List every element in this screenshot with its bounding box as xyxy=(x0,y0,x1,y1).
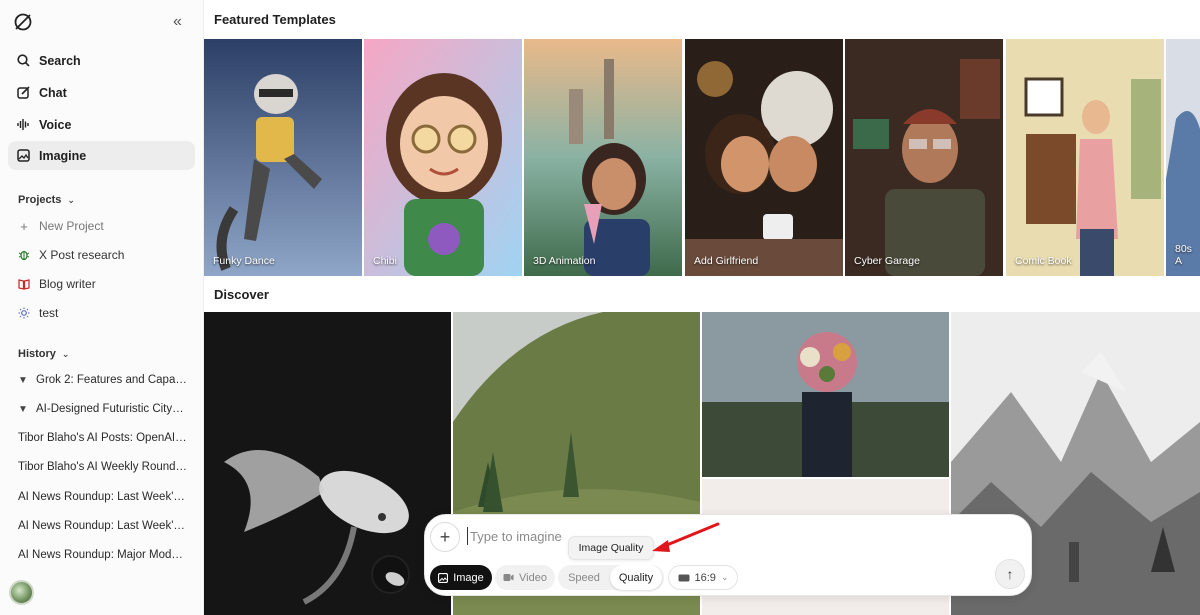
featured-templates-title: Featured Templates xyxy=(214,12,336,27)
project-item-label: test xyxy=(39,306,59,320)
nav-imagine-label: Imagine xyxy=(39,148,87,163)
plus-icon: + xyxy=(20,218,28,234)
history-item-label: AI News Roundup: Last Week's … xyxy=(18,491,188,503)
image-icon xyxy=(16,149,30,163)
image-quality-tooltip: Image Quality xyxy=(568,536,654,560)
discover-title: Discover xyxy=(214,287,269,302)
quality-option-label: Quality xyxy=(618,571,654,584)
template-label: 3D Animation xyxy=(533,255,596,267)
mode-image-button[interactable]: Image xyxy=(430,565,492,590)
discover-image xyxy=(702,312,949,477)
project-item-new[interactable]: + New Project xyxy=(18,218,194,234)
template-label: Add Girlfriend xyxy=(694,255,759,267)
submit-button[interactable]: ↑ xyxy=(995,559,1025,589)
template-card-add-girlfriend[interactable]: Add Girlfriend xyxy=(685,39,843,276)
history-item-label: AI News Roundup: Major Model… xyxy=(18,549,188,561)
template-card-chibi[interactable]: Chibi xyxy=(364,39,522,276)
template-card-3d-animation[interactable]: 3D Animation xyxy=(524,39,682,276)
nav-chat-label: Chat xyxy=(39,85,67,100)
aspect-ratio-label: 16:9 xyxy=(694,571,716,584)
project-item-label: Blog writer xyxy=(39,277,96,291)
add-attachment-button[interactable]: + xyxy=(430,522,460,552)
template-label: 80s A xyxy=(1175,243,1192,267)
bug-icon xyxy=(18,249,30,261)
history-item-label: Grok 2: Features and Capa… xyxy=(36,374,187,386)
project-item-x-post[interactable]: X Post research xyxy=(18,248,194,262)
discover-card-flower-head[interactable] xyxy=(702,312,949,477)
template-card-cyber-garage[interactable]: Cyber Garage xyxy=(845,39,1003,276)
sun-icon xyxy=(18,307,30,319)
project-item-test[interactable]: test xyxy=(18,306,194,320)
annotation-arrow-icon xyxy=(652,522,720,552)
history-item[interactable]: AI News Roundup: Last Week's … xyxy=(18,491,188,503)
image-icon xyxy=(438,572,449,583)
chevron-down-icon: ⌄ xyxy=(720,572,729,582)
template-label: Chibi xyxy=(373,255,397,267)
template-image xyxy=(685,39,843,276)
template-image xyxy=(524,39,682,276)
chat-edit-icon xyxy=(16,86,30,100)
projects-heading[interactable]: Projects ⌄ xyxy=(18,194,75,206)
book-icon xyxy=(18,278,30,290)
template-image xyxy=(364,39,522,276)
speed-option[interactable]: Speed xyxy=(560,565,608,590)
voice-wave-icon xyxy=(16,118,30,132)
history-item[interactable]: ▼ Grok 2: Features and Capa… xyxy=(18,374,188,386)
user-avatar[interactable] xyxy=(9,580,34,605)
pin-icon: ▼ xyxy=(18,375,28,386)
grok-logo-icon[interactable] xyxy=(13,12,33,32)
template-label: Cyber Garage xyxy=(854,255,920,267)
chevron-down-icon: ⌄ xyxy=(61,348,70,359)
mode-video-label: Video xyxy=(519,571,547,584)
history-item-label: Tibor Blaho's AI Weekly Roundu… xyxy=(18,461,188,473)
search-icon xyxy=(16,54,30,68)
template-card-comic-book[interactable]: Comic Book xyxy=(1006,39,1164,276)
quality-option[interactable]: Quality xyxy=(610,565,662,590)
nav-chat[interactable]: Chat xyxy=(8,78,195,107)
history-item-label: AI News Roundup: Last Week's … xyxy=(18,520,188,532)
history-item[interactable]: Tibor Blaho's AI Posts: OpenAI … xyxy=(18,432,188,444)
history-item[interactable]: Tibor Blaho's AI Weekly Roundu… xyxy=(18,461,188,473)
template-card-funky-dance[interactable]: Funky Dance xyxy=(204,39,362,276)
pin-icon: ▼ xyxy=(18,404,28,415)
projects-heading-label: Projects xyxy=(18,194,62,206)
aspect-ratio-icon xyxy=(678,574,690,582)
speed-option-label: Speed xyxy=(568,571,600,584)
project-item-blog[interactable]: Blog writer xyxy=(18,277,194,291)
history-item-label: Tibor Blaho's AI Posts: OpenAI … xyxy=(18,432,188,444)
sidebar: « Search Chat Voice Imagine Projects ⌄ +… xyxy=(0,0,204,615)
history-item[interactable]: AI News Roundup: Last Week's … xyxy=(18,520,188,532)
history-item-label: AI-Designed Futuristic City… xyxy=(36,403,184,415)
nav-voice[interactable]: Voice xyxy=(8,110,195,139)
template-label: Comic Book xyxy=(1015,255,1072,267)
mode-video-button[interactable]: Video xyxy=(495,565,555,590)
template-image xyxy=(1006,39,1164,276)
template-image xyxy=(1166,39,1200,276)
discover-card-fish[interactable] xyxy=(204,312,451,615)
nav-search-label: Search xyxy=(39,53,81,68)
history-heading[interactable]: History ⌄ xyxy=(18,348,69,360)
nav-imagine[interactable]: Imagine xyxy=(8,141,195,170)
plus-icon: + xyxy=(439,526,451,547)
arrow-up-icon: ↑ xyxy=(1006,566,1014,582)
discover-image xyxy=(204,312,451,615)
chevron-down-icon: ⌄ xyxy=(67,194,75,205)
project-item-label: New Project xyxy=(39,219,104,233)
nav-voice-label: Voice xyxy=(39,117,72,132)
project-item-label: X Post research xyxy=(39,248,125,262)
template-image xyxy=(204,39,362,276)
attached-image-thumbnail[interactable] xyxy=(371,555,410,594)
video-camera-icon xyxy=(503,573,514,582)
collapse-sidebar-icon[interactable]: « xyxy=(173,14,182,30)
template-image xyxy=(845,39,1003,276)
history-heading-label: History xyxy=(18,348,56,360)
history-item[interactable]: AI News Roundup: Major Model… xyxy=(18,549,188,561)
nav-search[interactable]: Search xyxy=(8,46,195,75)
template-label: Funky Dance xyxy=(213,255,275,267)
aspect-ratio-select[interactable]: 16:9 ⌄ xyxy=(668,565,738,590)
history-item[interactable]: ▼ AI-Designed Futuristic City… xyxy=(18,403,188,415)
mode-image-label: Image xyxy=(453,571,484,584)
template-card-80s[interactable]: 80s A xyxy=(1166,39,1200,276)
